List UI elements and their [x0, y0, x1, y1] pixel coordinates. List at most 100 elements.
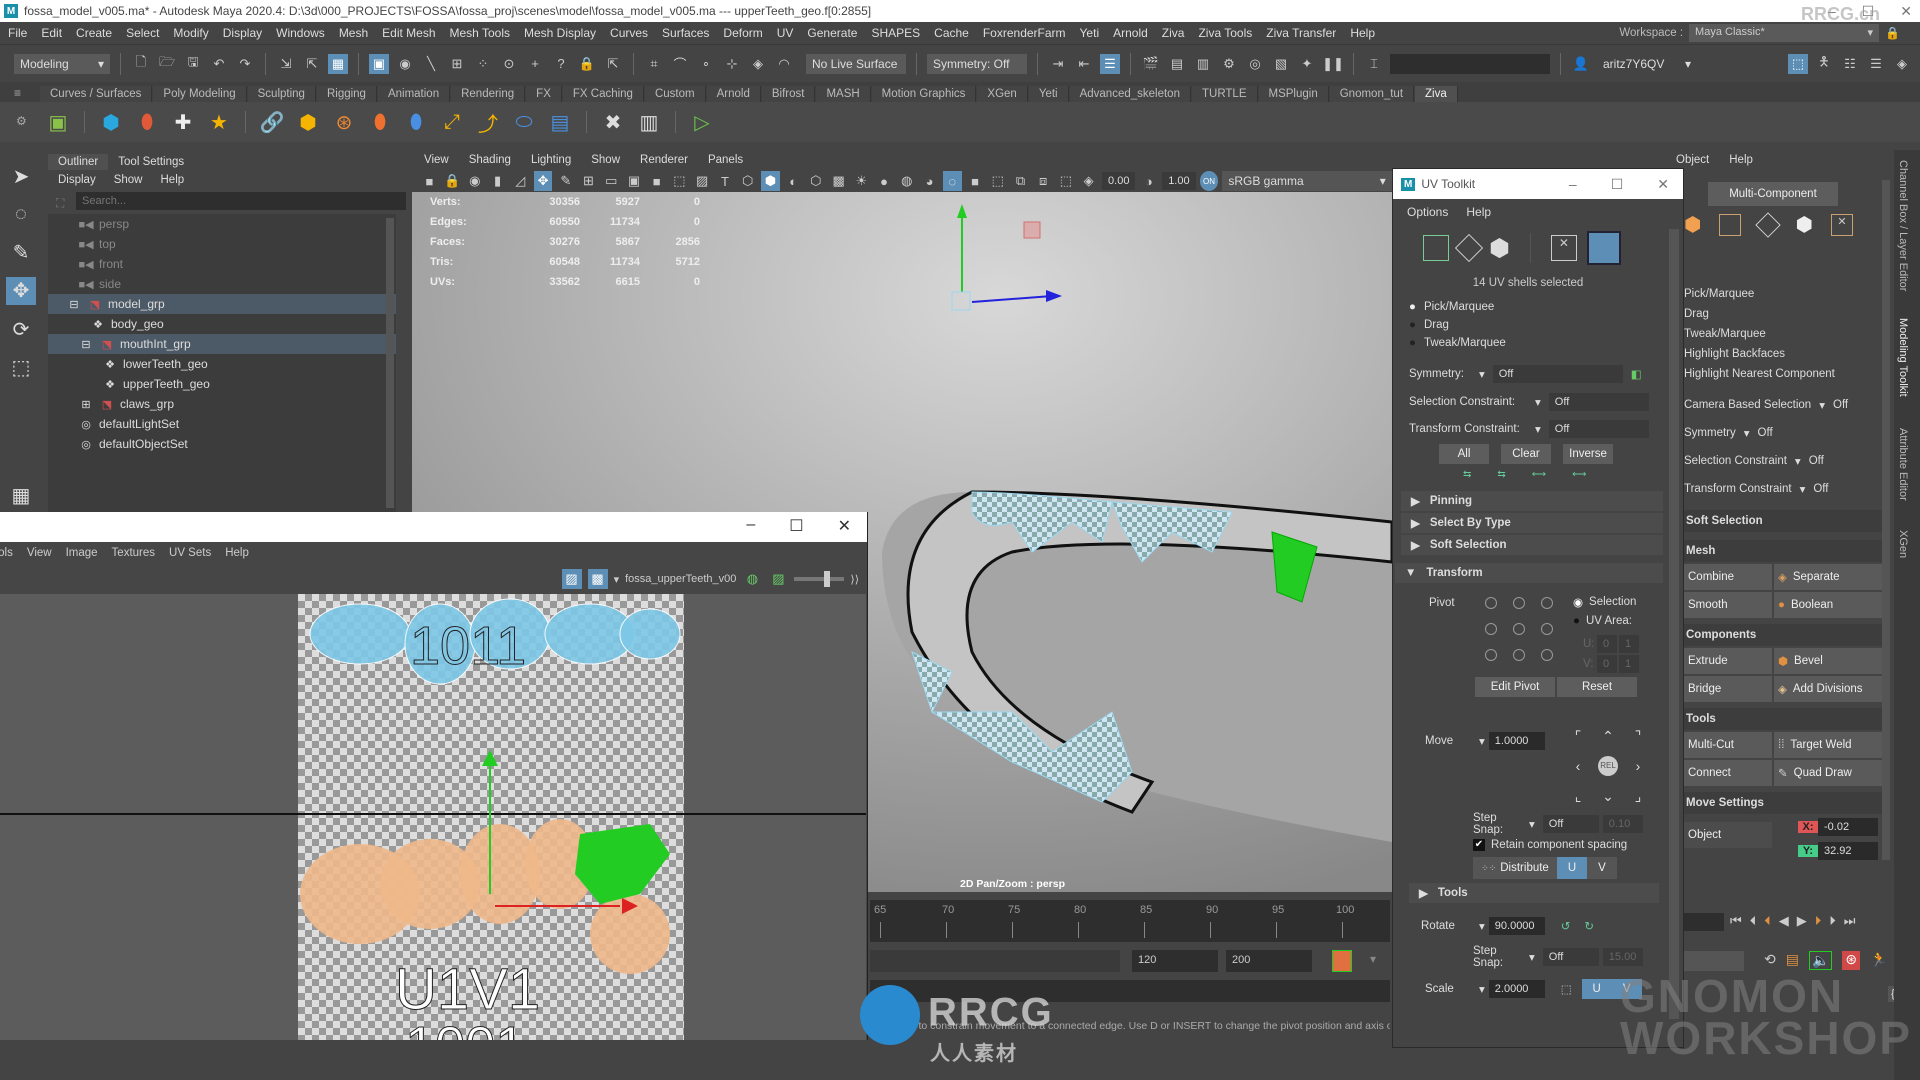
shelf-menu-icon[interactable]: ≡ — [14, 86, 21, 100]
shelf-tab[interactable]: Custom — [644, 86, 706, 102]
snap-point-icon[interactable]: ∘ — [696, 54, 716, 74]
camera-select-icon[interactable]: ■ — [420, 171, 439, 191]
mt-selection-constraint-dropdown[interactable]: Off — [1809, 455, 1824, 467]
multi-cut-button[interactable]: Multi-Cut — [1684, 732, 1772, 758]
chevron-down-icon[interactable]: ▾ — [1535, 422, 1541, 436]
shelf-tab[interactable]: Gnomon_tut — [1329, 86, 1415, 102]
mt-option-highlight-nearest[interactable]: Highlight Nearest Component — [1684, 368, 1835, 380]
cache-playback-icon[interactable]: ▤ — [1786, 951, 1799, 970]
reset-pivot-button[interactable]: Reset — [1557, 677, 1637, 697]
uv-menu-tools[interactable]: Tools — [0, 547, 13, 559]
time-slider[interactable]: 65 70 75 80 85 90 95 100 — [870, 900, 1390, 942]
menu-file[interactable]: File — [8, 26, 27, 40]
tab-tool-settings[interactable]: Tool Settings — [108, 154, 194, 170]
uv-menu-textures[interactable]: Textures — [112, 547, 155, 559]
image-ratio-icon[interactable]: ▨ — [768, 569, 788, 589]
distribute-u-button[interactable]: U — [1557, 857, 1587, 879]
pick-mode-tweak-marquee[interactable]: ● Tweak/Marquee — [1409, 337, 1506, 349]
menu-select[interactable]: Select — [126, 26, 159, 40]
chevron-down-icon[interactable]: ▾ — [1795, 454, 1801, 468]
uv-manipulator-v-arrow[interactable] — [482, 750, 498, 766]
section-soft-selection[interactable]: ▶ Soft Selection — [1401, 535, 1663, 555]
move-up-left-icon[interactable]: ⌜ — [1563, 728, 1593, 745]
highlight-selection-icon[interactable]: ⇱ — [603, 54, 623, 74]
shelf-tab-active[interactable]: Ziva — [1415, 86, 1458, 102]
current-frame-field[interactable] — [1684, 913, 1724, 931]
channel-box-toggle-icon[interactable]: ◈ — [1892, 54, 1912, 74]
clear-selection-button[interactable]: Clear — [1501, 444, 1551, 464]
uv-shell-mode-icon[interactable] — [1586, 231, 1621, 265]
viewport-menu-lighting[interactable]: Lighting — [531, 154, 571, 166]
shelf-tab[interactable]: Advanced_skeleton — [1069, 86, 1191, 102]
color-space-dropdown[interactable]: sRGB gamma ▾ — [1222, 171, 1392, 191]
construction-history-icon[interactable]: ⇤ — [1074, 54, 1094, 74]
uv-image-name[interactable]: fossa_upperTeeth_v00 — [625, 573, 736, 585]
uv-menu-view[interactable]: View — [27, 547, 52, 559]
menu-help[interactable]: Help — [1350, 26, 1375, 40]
edit-pivot-button[interactable]: Edit Pivot — [1475, 677, 1555, 697]
ziva-attachment-icon[interactable]: 🔗 — [258, 108, 286, 136]
menu-curves[interactable]: Curves — [610, 26, 648, 40]
mt-scrollbar[interactable] — [1882, 180, 1890, 860]
attribute-editor-toggle-icon[interactable]: ☷ — [1840, 54, 1860, 74]
mt-option-pick-marquee[interactable]: Pick/Marquee — [1684, 288, 1754, 300]
pivot-radio[interactable] — [1541, 649, 1553, 661]
viewport-menu-shading[interactable]: Shading — [469, 154, 511, 166]
outliner-item-defaultobjectset[interactable]: ◎ defaultObjectSet — [48, 434, 396, 454]
chevron-down-icon[interactable]: ▾ — [1800, 482, 1806, 496]
sound-icon[interactable]: 🔈 — [1808, 951, 1833, 970]
grow-selection-icon[interactable]: ⟷ — [1532, 469, 1546, 480]
isolate-select-icon[interactable]: ⬚ — [988, 171, 1007, 191]
combine-button[interactable]: Combine — [1684, 564, 1772, 590]
image-opacity-slider[interactable] — [794, 571, 845, 587]
mt-menu-help[interactable]: Help — [1729, 154, 1753, 166]
resolution-gate-icon[interactable]: ▣ — [625, 171, 644, 191]
distribute-v-button[interactable]: V — [1587, 857, 1617, 879]
uv-mode-icon[interactable]: ✕ — [1550, 235, 1577, 261]
move-down-left-icon[interactable]: ⌞ — [1563, 788, 1593, 805]
xray-active-icon[interactable]: ⬚ — [1057, 171, 1076, 191]
relative-toggle-button[interactable]: REL — [1598, 756, 1618, 776]
uv-toolkit-minimize-button[interactable]: – — [1569, 176, 1577, 193]
pivot-radio[interactable] — [1485, 649, 1497, 661]
scale-amount-field[interactable]: 2.0000 — [1488, 980, 1545, 998]
menu-modify[interactable]: Modify — [173, 26, 208, 40]
input-output-icon[interactable]: ⇥ — [1048, 54, 1068, 74]
mt-section-mesh[interactable]: Mesh — [1684, 540, 1884, 562]
edge-mode-icon[interactable] — [1755, 211, 1782, 238]
tab-outliner[interactable]: Outliner — [48, 154, 109, 170]
shelf-tab[interactable]: Rendering — [451, 86, 526, 102]
history-toggle-icon[interactable]: ☰ — [1100, 53, 1120, 74]
exposure-field[interactable]: 0.00 — [1102, 172, 1136, 190]
snap-grid-icon[interactable]: ⌗ — [644, 54, 664, 74]
pivot-radio[interactable] — [1541, 597, 1553, 609]
mt-section-tools[interactable]: Tools — [1684, 708, 1884, 730]
chevron-down-icon[interactable]: ▾ — [1819, 398, 1825, 412]
xray-icon[interactable]: ⧉ — [1011, 171, 1030, 191]
shelf-tab[interactable]: Poly Modeling — [153, 86, 247, 102]
menu-mesh-display[interactable]: Mesh Display — [524, 26, 596, 40]
viewport-menu-renderer[interactable]: Renderer — [640, 154, 688, 166]
ziva-solver-icon[interactable]: ▣ — [44, 108, 72, 136]
separate-button[interactable]: ◈ Separate — [1774, 564, 1884, 590]
mt-option-drag[interactable]: Drag — [1684, 308, 1709, 320]
grease-pencil-icon[interactable]: ✎ — [556, 171, 575, 191]
menu-ziva-tools[interactable]: Ziva Tools — [1198, 26, 1252, 40]
bridge-button[interactable]: Bridge — [1684, 676, 1772, 702]
color-management-toggle-icon[interactable]: ON — [1199, 171, 1219, 191]
use-all-lights-icon[interactable]: ☀ — [852, 171, 871, 191]
boolean-button[interactable]: ● Boolean — [1774, 592, 1884, 618]
xray-joints-icon[interactable]: ⧈ — [1034, 171, 1053, 191]
pick-mode-drag[interactable]: ● Drag — [1409, 319, 1449, 331]
menu-generate[interactable]: Generate — [807, 26, 857, 40]
mt-option-tweak-marquee[interactable]: Tweak/Marquee — [1684, 328, 1766, 340]
move-right-icon[interactable]: › — [1623, 758, 1653, 774]
checker-map-icon[interactable]: ▩ — [587, 569, 608, 589]
shelf-tab[interactable]: Animation — [377, 86, 451, 102]
bookmark-add-icon[interactable] — [1332, 950, 1352, 972]
ziva-curve-icon[interactable]: ⤢ — [438, 108, 466, 136]
shadows-icon[interactable]: ● — [875, 171, 894, 191]
pivot-radio[interactable] — [1513, 623, 1525, 635]
face-mode-icon[interactable]: ⬢ — [1795, 212, 1812, 237]
ziva-run-icon[interactable]: ▷ — [688, 108, 716, 136]
